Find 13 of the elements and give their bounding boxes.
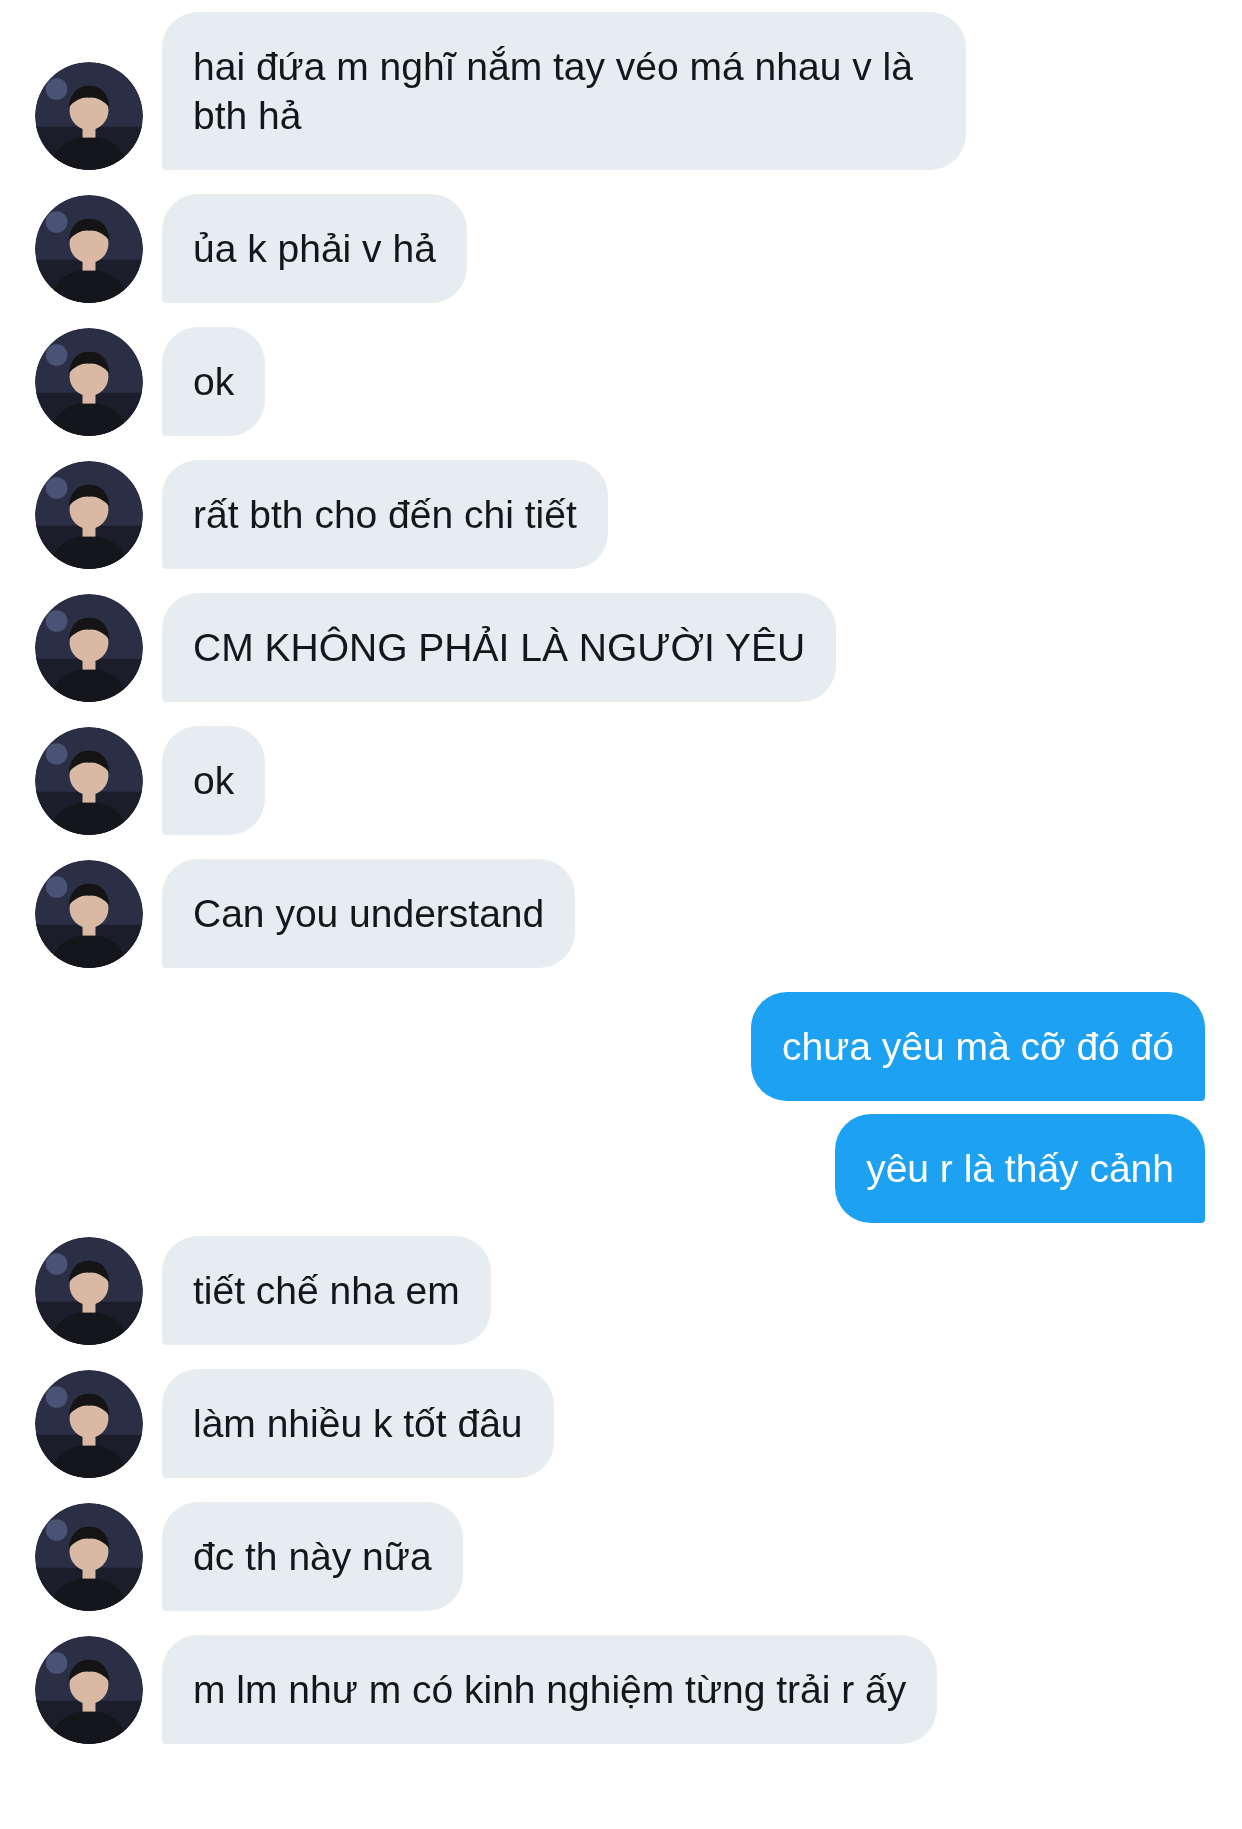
- message-bubble: ủa k phải v hả: [162, 194, 467, 303]
- message-bubble: Can you understand: [162, 859, 576, 968]
- message-bubble: làm nhiều k tốt đâu: [162, 1369, 554, 1478]
- message-bubble: chưa yêu mà cỡ đó đó: [750, 992, 1205, 1101]
- message-bubble: m lm như m có kinh nghiệm từng trải r ấy: [162, 1635, 938, 1744]
- message-bubble: hai đứa m nghĩ nắm tay véo má nhau v là bth hả: [162, 12, 966, 170]
- message-bubble: ok: [162, 327, 266, 436]
- message-bubble: tiết chế nha em: [162, 1236, 491, 1345]
- message-bubble: CM KHÔNG PHẢI LÀ NGƯỜI YÊU: [162, 593, 837, 702]
- message-bubble: đc th này nữa: [162, 1502, 463, 1611]
- message-bubble: ok: [162, 726, 266, 835]
- message-bubble: rất bth cho đến chi tiết: [162, 460, 608, 569]
- message-bubble: yêu r là thấy cảnh: [835, 1114, 1205, 1223]
